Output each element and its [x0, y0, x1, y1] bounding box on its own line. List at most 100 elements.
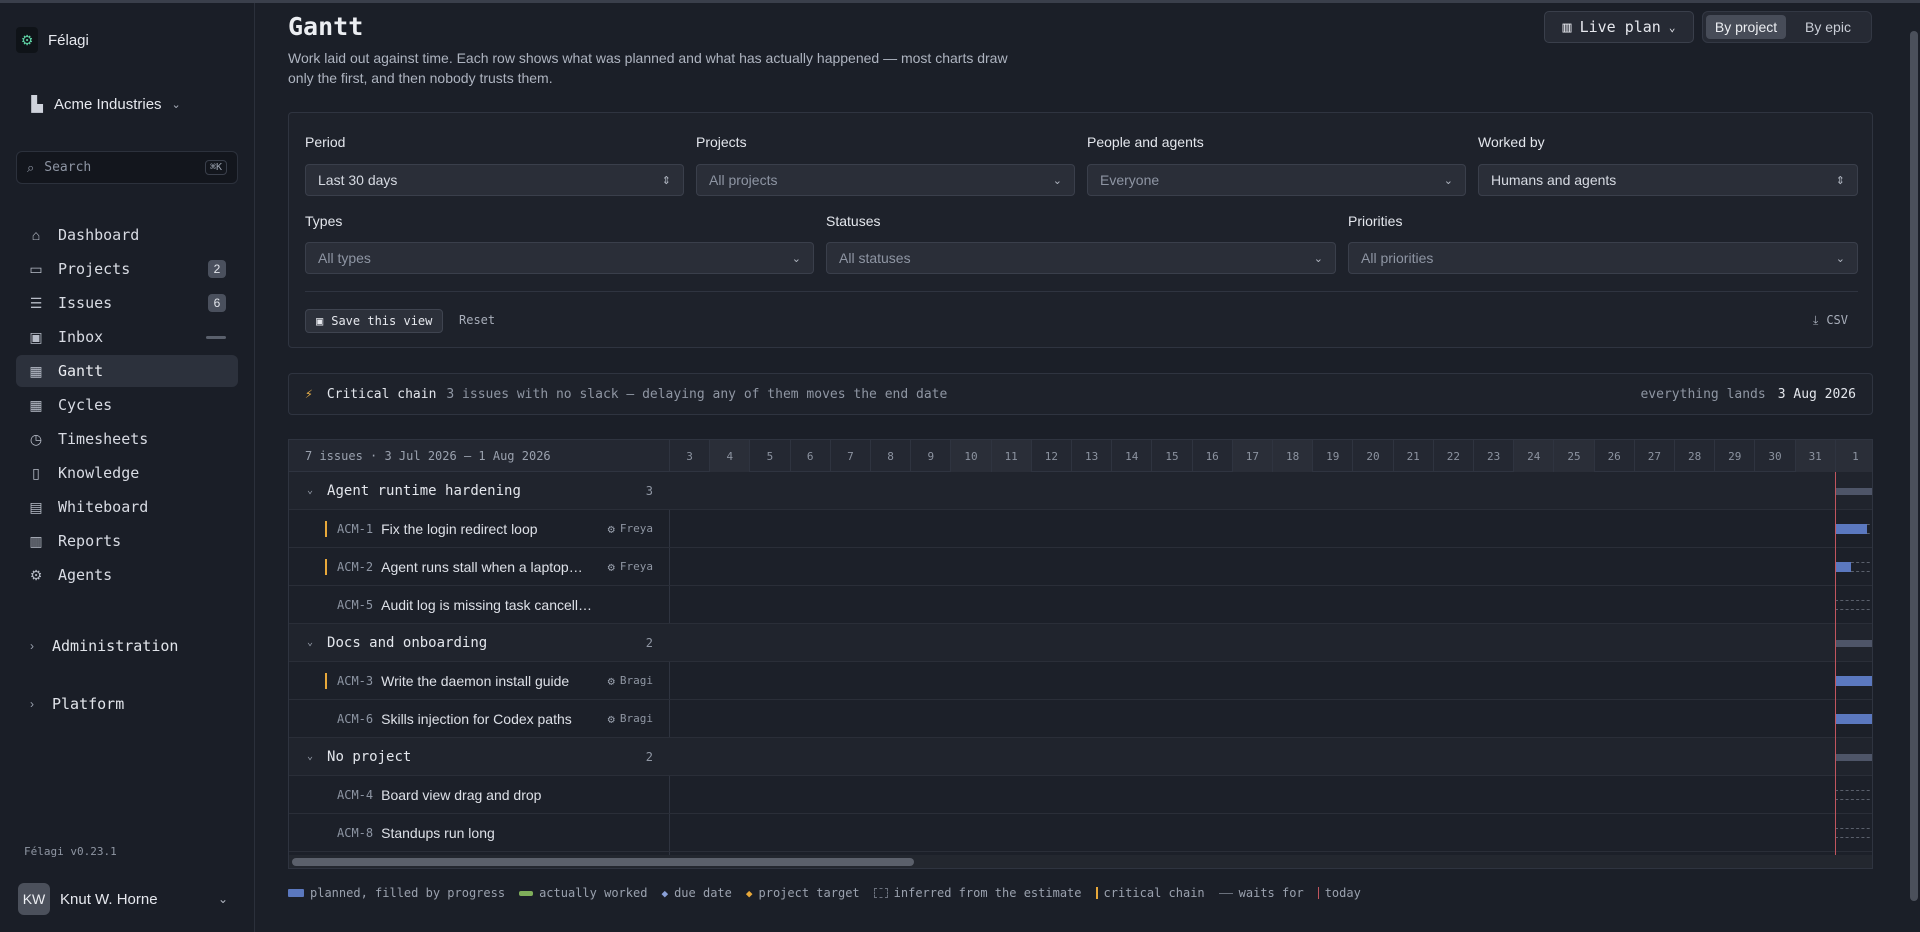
user-menu[interactable]: KW Knut W. Horne ⌄ [18, 883, 228, 915]
day-tick-label: 21 [1392, 440, 1433, 472]
tab-by-epic[interactable]: By epic [1788, 15, 1868, 39]
issue-title[interactable]: Agent runs stall when a laptop… [381, 559, 583, 575]
chevron-down-icon: ⌄ [307, 637, 314, 648]
sidebar-item-label: Timesheets [58, 430, 149, 448]
period-select[interactable]: Last 30 days ⇕ [305, 164, 684, 196]
gantt-header: 7 issues · 3 Jul 2026 – 1 Aug 2026 34567… [289, 440, 1872, 472]
priorities-select[interactable]: All priorities ⌄ [1348, 242, 1858, 274]
group-count: 2 [645, 635, 653, 650]
people-select[interactable]: Everyone ⌄ [1087, 164, 1466, 196]
gantt-group-row[interactable]: ⌄ Docs and onboarding 2 [289, 624, 1872, 662]
issue-key[interactable]: ACM-5 [337, 598, 373, 612]
sidebar-item-cycles[interactable]: ▦ Cycles [16, 389, 238, 421]
day-tick-label: 13 [1071, 440, 1111, 472]
gantt-chart: 7 issues · 3 Jul 2026 – 1 Aug 2026 34567… [288, 439, 1873, 869]
day-tick-label: 18 [1272, 440, 1313, 472]
sidebar-item-timesheets[interactable]: ◷ Timesheets [16, 423, 238, 455]
planned-progress-bar[interactable] [1834, 714, 1872, 724]
people-label: People and agents [1087, 134, 1204, 150]
sidebar-item-gantt[interactable]: ▦ Gantt [16, 355, 238, 387]
sidebar-section-platform[interactable]: › Platform [30, 695, 124, 713]
issue-title[interactable]: Skills injection for Codex paths [381, 711, 572, 727]
page-scrollbar[interactable] [1908, 3, 1920, 932]
count-badge: 2 [208, 260, 226, 278]
day-tick-label: 16 [1191, 440, 1232, 472]
reset-button[interactable]: Reset [459, 313, 495, 327]
issue-title[interactable]: Standups run long [381, 825, 495, 841]
scrollbar-thumb[interactable] [1910, 31, 1918, 901]
worked-by-select[interactable]: Humans and agents ⇕ [1478, 164, 1858, 196]
today-line [1834, 472, 1836, 855]
gantt-issue-row[interactable]: ACM-1 Fix the login redirect loop ⚙ Freya [289, 510, 1872, 548]
sidebar-section-administration[interactable]: › Administration [30, 637, 178, 655]
group-count: 2 [645, 749, 653, 764]
day-tick-label: 22 [1432, 440, 1473, 472]
avatar: KW [18, 883, 50, 915]
sidebar-item-projects[interactable]: ▭ Projects 2 [16, 253, 238, 285]
sidebar-item-whiteboard[interactable]: ▤ Whiteboard [16, 491, 238, 523]
statuses-select[interactable]: All statuses ⌄ [826, 242, 1336, 274]
whiteboard-icon: ▤ [29, 498, 43, 515]
bookmark-icon: ▣ [316, 314, 324, 328]
tab-by-project[interactable]: By project [1706, 15, 1786, 39]
gantt-group-row[interactable]: ⌄ Agent runtime hardening 3 [289, 472, 1872, 510]
projects-value: All projects [709, 172, 778, 188]
sidebar: ⚙ Félagi ▙ Acme Industries ⌄ ⌕ Search ⌘K… [0, 3, 255, 932]
issue-key[interactable]: ACM-8 [337, 826, 373, 840]
group-label: ⌄ Agent runtime hardening 3 [289, 472, 669, 509]
gantt-issue-row[interactable]: ACM-3 Write the daemon install guide ⚙ Brag… [289, 662, 1872, 700]
day-tick-label: 31 [1794, 440, 1835, 472]
brand[interactable]: ⚙ Félagi [16, 27, 89, 53]
issue-title[interactable]: Write the daemon install guide [381, 673, 569, 689]
issue-key[interactable]: ACM-1 [337, 522, 373, 536]
search-input[interactable]: ⌕ Search ⌘K [16, 151, 238, 184]
assignee: ⚙ Bragi [607, 673, 653, 688]
issue-key[interactable]: ACM-4 [337, 788, 373, 802]
gantt-issue-row[interactable]: ACM-8 Standups run long [289, 814, 1872, 852]
gantt-issue-row[interactable]: ACM-2 Agent runs stall when a laptop… ⚙ Fre… [289, 548, 1872, 586]
sidebar-item-label: Issues [58, 294, 113, 312]
critical-chain-description: 3 issues with no slack — delaying any of… [446, 386, 948, 402]
sidebar-item-reports[interactable]: ▥ Reports [16, 525, 238, 557]
group-name: Docs and onboarding [327, 634, 488, 651]
search-shortcut: ⌘K [204, 160, 227, 175]
inbox-empty-indicator [206, 335, 226, 339]
sidebar-item-dashboard[interactable]: ⌂ Dashboard [16, 219, 238, 251]
section-label: Platform [52, 695, 125, 713]
sidebar-nav: ⌂ Dashboard ▭ Projects 2 ☰ Issues 6 ▣ Inbox ▦ Gantt… [16, 219, 238, 593]
group-label: ⌄ Docs and onboarding 2 [289, 624, 669, 661]
issue-key[interactable]: ACM-3 [337, 674, 373, 688]
types-label: Types [305, 213, 343, 229]
gantt-issue-row[interactable]: ACM-4 Board view drag and drop [289, 776, 1872, 814]
types-select[interactable]: All types ⌄ [305, 242, 814, 274]
save-view-button[interactable]: ▣ Save this view [305, 309, 444, 333]
live-plan-button[interactable]: ▥ Live plan ⌄ [1544, 11, 1694, 43]
issue-label: ACM-1 Fix the login redirect loop ⚙ Freya [289, 510, 669, 547]
sidebar-item-inbox[interactable]: ▣ Inbox [16, 321, 238, 353]
issue-title[interactable]: Board view drag and drop [381, 787, 541, 803]
scrollbar-thumb[interactable] [292, 858, 914, 866]
csv-export-button[interactable]: ⤓ CSV [1813, 313, 1848, 328]
gantt-issue-row[interactable]: ACM-5 Audit log is missing task cancellat… [289, 586, 1872, 624]
search-placeholder: Search [44, 160, 92, 175]
gantt-group-row[interactable]: ⌄ No project 2 [289, 738, 1872, 776]
issue-key[interactable]: ACM-6 [337, 712, 373, 726]
calendar-icon: ▦ [29, 396, 43, 413]
planned-progress-bar[interactable] [1834, 562, 1851, 572]
planned-progress-bar[interactable] [1834, 524, 1867, 534]
gantt-issue-row[interactable]: ACM-6 Skills injection for Codex paths ⚙ Br… [289, 700, 1872, 738]
statuses-label: Statuses [826, 213, 881, 229]
sidebar-item-knowledge[interactable]: ▯ Knowledge [16, 457, 238, 489]
org-switcher[interactable]: ▙ Acme Industries ⌄ [30, 95, 181, 114]
issue-title[interactable]: Fix the login redirect loop [381, 521, 537, 537]
gantt-horizontal-scrollbar[interactable] [289, 855, 1872, 868]
projects-label: Projects [696, 134, 747, 150]
sidebar-item-agents[interactable]: ⚙ Agents [16, 559, 238, 591]
priorities-label: Priorities [1348, 213, 1403, 229]
projects-select[interactable]: All projects ⌄ [696, 164, 1075, 196]
sidebar-item-issues[interactable]: ☰ Issues 6 [16, 287, 238, 319]
issue-key[interactable]: ACM-2 [337, 560, 373, 574]
planned-progress-bar[interactable] [1834, 676, 1872, 686]
issue-title[interactable]: Audit log is missing task cancellations [381, 597, 593, 613]
